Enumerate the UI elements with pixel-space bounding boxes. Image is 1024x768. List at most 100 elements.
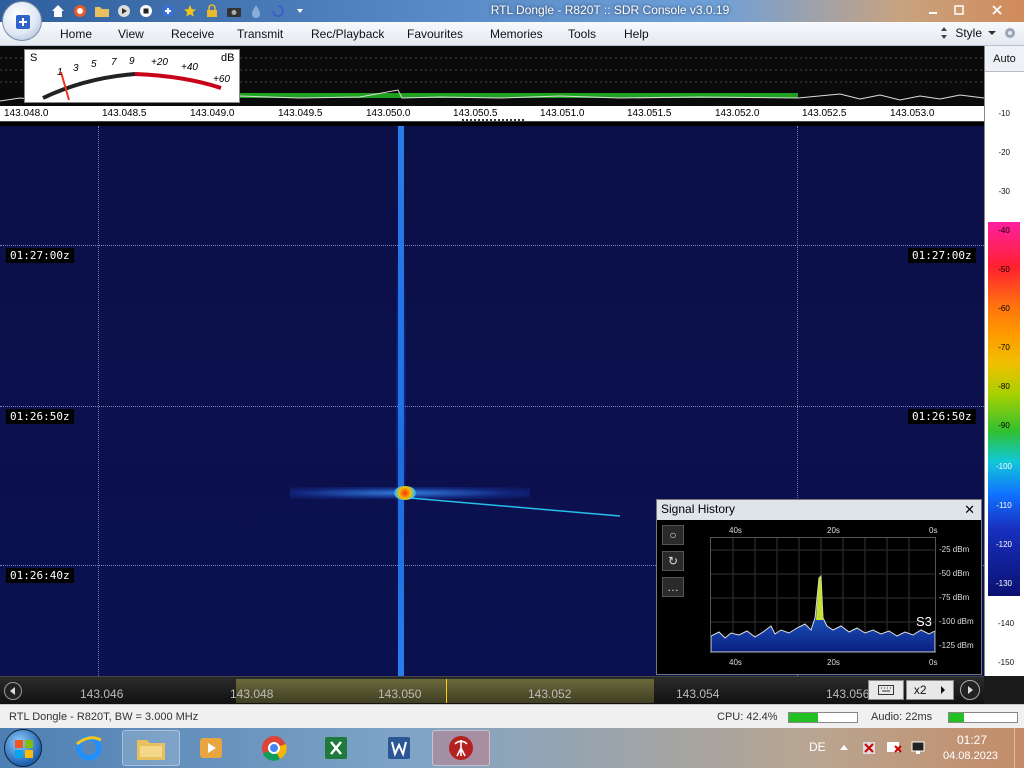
style-menu[interactable]: Style	[939, 25, 1018, 41]
tuning-freq: 143.052	[528, 687, 572, 701]
windows-logo-icon	[15, 740, 33, 758]
tuning-cursor[interactable]	[446, 679, 447, 703]
show-desktop-button[interactable]	[1014, 728, 1024, 768]
freq-tick: 143.050.0	[366, 108, 411, 119]
freq-tick: 143.048.5	[102, 108, 147, 119]
waterfall-color-bar[interactable]: -40 -50 -60 -70 -80 -90 -100 -110 -120 -…	[988, 222, 1020, 596]
history-y-label: -100 dBm	[939, 617, 974, 626]
taskbar-chrome[interactable]	[245, 730, 303, 766]
zoom-selector[interactable]: x2	[906, 680, 954, 700]
chevron-left-icon	[10, 687, 15, 695]
tuning-bar[interactable]: 143.046 143.048 143.050 143.052 143.054 …	[0, 676, 984, 704]
freq-tick: 143.049.5	[278, 108, 323, 119]
db-tick: -10	[998, 109, 1010, 118]
taskbar-sdr-console[interactable]	[432, 730, 490, 766]
dropper-icon[interactable]	[246, 3, 266, 19]
maximize-button[interactable]	[944, 0, 974, 20]
s-meter-tick: 1	[57, 67, 63, 78]
frequency-scale[interactable]: 143.048.0 143.048.5 143.049.0 143.049.5 …	[0, 106, 984, 122]
close-button[interactable]	[982, 0, 1012, 20]
history-x-label: 0s	[929, 526, 938, 535]
clock-date[interactable]: 04.08.2023	[943, 750, 998, 762]
chevron-right-icon	[968, 686, 973, 694]
menu-home[interactable]: Home	[60, 27, 92, 41]
color-bar-tick: -50	[998, 265, 1010, 274]
lifebuoy-icon[interactable]	[70, 3, 90, 19]
add-icon[interactable]	[158, 3, 178, 19]
ribbon-menu-bar: Home View Receive Transmit Rec/Playback …	[0, 22, 1024, 46]
chevron-down-icon	[988, 31, 996, 35]
more-options-button[interactable]: …	[662, 577, 684, 597]
keyboard-button[interactable]	[868, 680, 904, 700]
freq-tick: 143.052.0	[715, 108, 760, 119]
audio-meter-fill	[949, 713, 964, 722]
clock-time[interactable]: 01:27	[957, 733, 987, 747]
menu-favourites[interactable]: Favourites	[407, 27, 463, 41]
s-meter-tick: 3	[73, 63, 79, 74]
close-icon[interactable]: ✕	[964, 502, 975, 518]
device-status: RTL Dongle - R820T, BW = 3.000 MHz	[9, 711, 199, 723]
cpu-meter-fill	[789, 713, 818, 722]
db-tick: -140	[998, 619, 1015, 628]
app-logo-icon	[16, 15, 30, 29]
record-button[interactable]: ○	[662, 525, 684, 545]
cpu-meter	[788, 712, 858, 723]
corner-filler	[984, 676, 1024, 704]
auto-scale-button[interactable]: Auto	[985, 46, 1024, 72]
app-menu-button[interactable]	[2, 1, 42, 41]
s-meter-tick: +20	[151, 57, 168, 68]
color-bar-tick: -120	[995, 540, 1012, 549]
signal-history-title: Signal History	[657, 500, 981, 520]
device-tray-icon[interactable]	[861, 740, 877, 756]
spectrum-display[interactable]: S dB 1 3 5 7 9 +20 +40 +60	[0, 46, 984, 106]
flag-icon[interactable]	[885, 740, 903, 756]
refresh-button[interactable]: ↻	[662, 551, 684, 571]
taskbar-excel[interactable]	[307, 730, 365, 766]
menu-help[interactable]: Help	[624, 27, 649, 41]
history-x-label: 0s	[929, 658, 938, 667]
tuning-freq: 143.046	[80, 687, 124, 701]
taskbar-media-player[interactable]	[182, 730, 240, 766]
dropdown-arrow-icon[interactable]	[290, 3, 310, 19]
color-bar-tick: -60	[998, 304, 1010, 313]
menu-transmit[interactable]: Transmit	[237, 27, 283, 41]
rotate-icon[interactable]	[268, 3, 288, 19]
s-meter-tick: 7	[111, 57, 117, 68]
scroll-left-button[interactable]	[4, 682, 22, 700]
scale-drag-handle[interactable]	[462, 119, 524, 122]
taskbar-word[interactable]	[370, 730, 428, 766]
history-x-label: 20s	[827, 658, 840, 667]
scroll-right-button[interactable]	[960, 680, 980, 700]
freq-tick: 143.052.5	[802, 108, 847, 119]
show-hidden-icons-icon[interactable]	[839, 743, 849, 751]
signal-history-panel: Signal History ✕ ○ ↻ … 40s 20s 0s 40s 20…	[656, 499, 982, 675]
lock-icon[interactable]	[202, 3, 222, 19]
timestamp-label: 01:26:40z	[6, 568, 74, 583]
history-x-label: 20s	[827, 526, 840, 535]
menu-view[interactable]: View	[118, 27, 144, 41]
menu-rec-playback[interactable]: Rec/Playback	[311, 27, 384, 41]
color-bar-tick: -80	[998, 382, 1010, 391]
history-y-label: -50 dBm	[939, 569, 970, 578]
word-icon	[388, 737, 410, 759]
stop-icon[interactable]	[136, 3, 156, 19]
taskbar-explorer[interactable]	[122, 730, 180, 766]
gear-icon[interactable]	[1002, 25, 1018, 41]
home-icon[interactable]	[48, 3, 68, 19]
tuning-freq: 143.048	[230, 687, 274, 701]
network-icon[interactable]	[910, 740, 926, 756]
input-language[interactable]: DE	[809, 740, 826, 754]
windows-taskbar: DE 01:27 04.08.2023	[0, 728, 1024, 768]
freq-tick: 143.053.0	[890, 108, 935, 119]
taskbar-internet-explorer[interactable]	[60, 730, 118, 766]
menu-memories[interactable]: Memories	[490, 27, 543, 41]
s-meter-tick: 5	[91, 59, 97, 70]
camera-icon[interactable]	[224, 3, 244, 19]
folder-icon[interactable]	[92, 3, 112, 19]
menu-receive[interactable]: Receive	[171, 27, 214, 41]
star-icon[interactable]	[180, 3, 200, 19]
menu-tools[interactable]: Tools	[568, 27, 596, 41]
play-icon[interactable]	[114, 3, 134, 19]
start-button[interactable]	[4, 729, 42, 767]
sort-arrows-icon	[941, 27, 948, 39]
